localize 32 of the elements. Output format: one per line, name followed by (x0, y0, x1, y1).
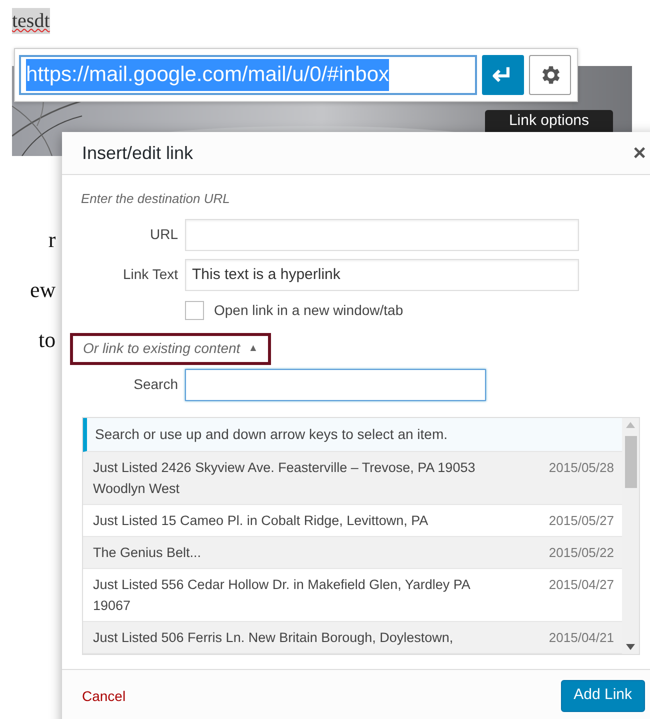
apply-button[interactable]: ↵ (482, 55, 524, 95)
notice-text: Search or use up and down arrow keys to select an item. (83, 418, 622, 452)
field-label: Search (132, 375, 178, 394)
checkbox-label: Open link in a new window/tab (214, 300, 404, 320)
scroll-thumb[interactable] (624, 436, 636, 488)
existing-content-toggle[interactable]: Or link to existing content ▲ (70, 332, 272, 364)
result-item[interactable]: The Genius Belt... 2015/05/22 (83, 536, 622, 568)
search-field[interactable] (185, 368, 486, 400)
field-label: Link Text (122, 265, 178, 284)
text-field[interactable] (185, 218, 579, 250)
linked-word: tesdt (12, 8, 50, 34)
scrollbar[interactable] (622, 418, 639, 654)
result-item[interactable]: Just Listed 15 Cameo Pl. in Cobalt Ridge, Levittown, PA 2015/05/27 (83, 504, 622, 536)
body-text: to (38, 326, 56, 354)
body-text: ew (30, 276, 56, 304)
result-item[interactable]: Just Listed 506 Ferris Ln. New Britain Borough, Doylestown, 2015/04/21 (83, 622, 622, 654)
text-field[interactable]: This text is a hyperlink (185, 258, 579, 290)
result-item[interactable]: Just Listed 556 Cedar Hollow Dr. in Makefield Glen, Yardley PA 19067 2015/04/27 (83, 568, 622, 622)
settings-button[interactable] (529, 55, 571, 95)
dialog-title: Insert/edit link (82, 142, 194, 164)
field-label: URL (148, 225, 178, 244)
checkbox[interactable] (185, 300, 204, 320)
scroll-up-icon[interactable] (626, 422, 635, 428)
scroll-down-icon[interactable] (626, 644, 635, 650)
add-link-button[interactable]: Add Link (560, 680, 645, 712)
cancel-link[interactable]: Cancel (82, 686, 126, 706)
body-text: r (48, 226, 56, 254)
result-item[interactable]: Just Listed 2426 Skyview Ave. Feasterville – Trevose, PA 19053 Woodlyn West 2015/05/28 (83, 452, 622, 504)
instruction-text: Enter the destination URL (81, 190, 231, 208)
tooltip: Link options (485, 110, 613, 132)
close-button[interactable]: × (633, 142, 646, 164)
url-text: https://mail.google.com/mail/u/0/#inbox (26, 59, 390, 91)
